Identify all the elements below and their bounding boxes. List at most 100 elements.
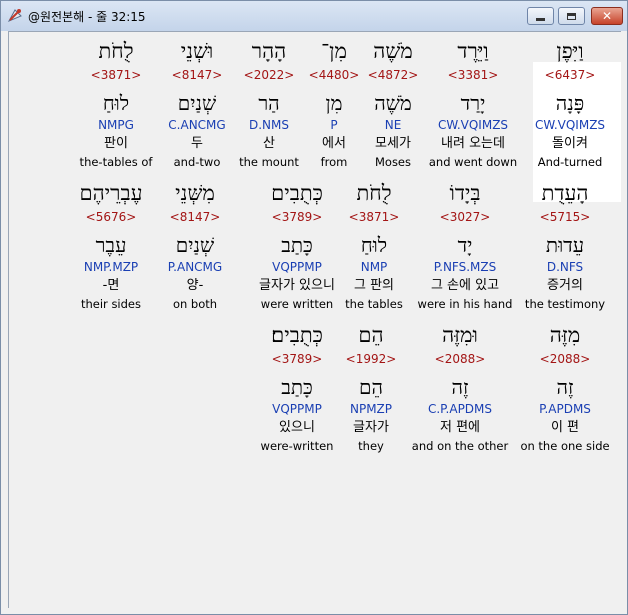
word-lemma: עֵבֶר [95,233,127,257]
word-kor: 양- [186,278,204,293]
word-strong[interactable]: <2022> [244,68,295,83]
word-strong[interactable]: <3789> [272,210,323,225]
word-eng: Moses [374,155,412,169]
word-heb: כְּתֻבִים׃ [271,323,323,347]
word-morph: NE [384,118,402,132]
word-strong[interactable]: <2088> [540,352,591,367]
word-eng: on the one side [520,439,610,453]
word-eng: and-two [173,155,221,169]
word-morph: C.ANCMG [168,118,226,132]
title-bar[interactable]: @원전본해 - 줄 32:15 ✕ [1,1,627,31]
word-morph: NMP [360,260,388,274]
minimize-icon [536,17,545,21]
word-heb: מֹשֶׁה [373,39,413,63]
word-heb: מִשְּׁנֵי [175,181,215,205]
word-eng: And-turned [537,155,603,169]
word-lemma: פָּנָה [555,91,585,115]
word-kor: 에서 [322,136,346,151]
word-kor: 두 [191,136,203,151]
word-strong[interactable]: <8147> [170,210,221,225]
word-lemma: מֹשֶׁה [374,91,412,115]
word-strong[interactable]: <5715> [540,210,591,225]
word-morph: CW.VQIMZS [437,118,509,132]
word-kor: 모세가 [375,136,411,151]
word-heb: לֻחֹת [356,181,392,205]
word-strong[interactable]: <3789> [272,352,323,367]
word-lemma: מִן [325,91,343,115]
word-morph: P.APDMS [539,402,591,416]
word-heb: הָהָר [251,39,287,63]
word-kor: 글자가 [353,420,389,435]
word-strong[interactable]: <3027> [440,210,491,225]
word-lemma: זֶה [451,375,469,399]
word-morph: C.P.APDMS [427,402,493,416]
word-lemma: לוּחַ [360,233,388,257]
word-heb: וַיֵּרֶד [457,39,489,63]
word-lemma: שְׁנַיִם [175,233,215,257]
minimize-button[interactable] [527,7,554,25]
word-lemma: הַר [258,91,280,115]
word-kor: 있으니 [279,420,315,435]
word-strong[interactable]: <1992> [346,352,397,367]
word-lemma: הֵם [359,375,383,399]
word-eng: and went down [428,155,518,169]
word-kor: 증거의 [547,278,583,293]
word-eng: on both [172,297,218,311]
word-strong[interactable]: <4480> [309,68,360,83]
word-strong[interactable]: <6437> [545,68,596,83]
word-morph: D.NFS [546,260,584,274]
app-window: @원전본해 - 줄 32:15 ✕ וַיִּפֶן <6437> פָּנָה CW… [0,0,628,615]
word-eng: the-tables of [79,155,153,169]
window-title: @원전본해 - 줄 32:15 [28,10,146,24]
word-morph: VQPPMP [272,260,322,274]
word-heb: מִזֶּה [549,323,581,347]
word-morph: D.NMS [248,118,290,132]
word-lemma: יָרַד [460,91,486,115]
word-kor: 저 편에 [439,420,481,435]
word-eng: they [358,439,384,453]
word-strong[interactable]: <4872> [368,68,419,83]
word-heb: עֶבְרֵיהֶם [79,181,143,205]
word-lemma: עֵדוּת [545,233,585,257]
word-eng: were-written [260,439,334,453]
word-heb: כְּתֻבִים [271,181,323,205]
word-morph: NMP.MZP [83,260,139,274]
word-eng: from [320,155,348,169]
maximize-icon [567,12,576,20]
word-kor: 돌이켜 [552,136,588,151]
word-heb: וַיִּפֶן [556,39,584,63]
word-heb: מִן־ [321,39,347,63]
word-morph: NPMZP [349,402,393,416]
maximize-button[interactable] [558,7,585,25]
word-eng: their sides [80,297,142,311]
word-strong[interactable]: <3871> [349,210,400,225]
word-morph: NMPG [98,118,134,132]
word-heb: בְּיָדוֹ [449,181,481,205]
word-kor: 판이 [104,136,128,151]
word-eng: the tables [345,297,403,311]
close-button[interactable]: ✕ [591,7,623,25]
word-strong[interactable]: <5676> [86,210,137,225]
word-kor: 그 손에 있고 [430,278,500,293]
word-kor: 산 [263,136,275,151]
word-eng: the mount [239,155,299,169]
word-eng: and on the other [411,439,509,453]
word-lemma: כָּתַב [281,233,313,257]
word-strong[interactable]: <8147> [172,68,223,83]
interlinear-content: וַיִּפֶן <6437> פָּנָה CW.VQIMZS 돌이켜 And-turn… [8,31,621,608]
word-heb: לֻחֹת [98,39,134,63]
word-strong[interactable]: <3871> [91,68,142,83]
word-lemma: שְׁנַיִם [177,91,217,115]
word-heb: הָעֵדֻת [541,181,589,205]
word-morph: VQPPMP [272,402,322,416]
word-kor: 이 편 [550,420,580,435]
word-eng: were written [260,297,334,311]
word-morph: P.ANCMG [167,260,223,274]
word-strong[interactable]: <2088> [435,352,486,367]
word-lemma: יָד [457,233,473,257]
word-morph: P.NFS.MZS [433,260,497,274]
word-kor: 글자가 있으니 [259,278,335,293]
word-morph: P [330,118,338,132]
word-strong[interactable]: <3381> [448,68,499,83]
word-heb: וּמִזֶּה [442,323,478,347]
